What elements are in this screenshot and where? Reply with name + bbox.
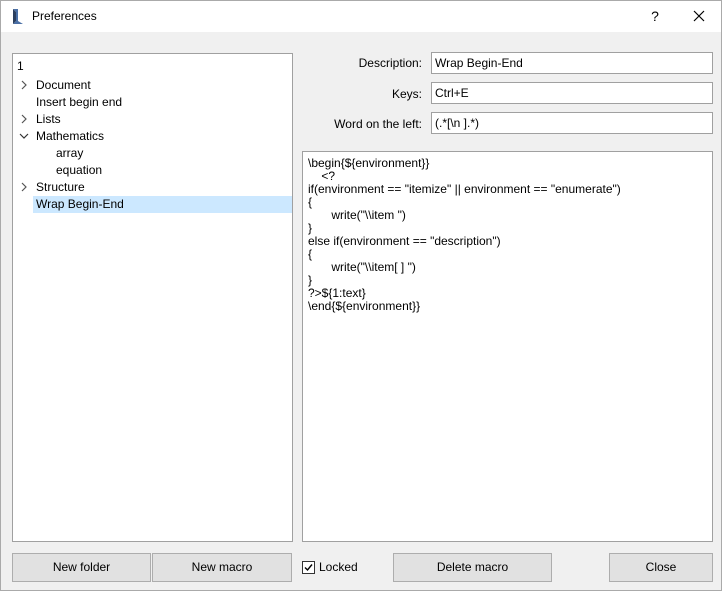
close-icon[interactable] bbox=[687, 5, 711, 27]
tree-item-insert-begin-end[interactable]: Insert begin end bbox=[36, 94, 122, 111]
delete-macro-button[interactable]: Delete macro bbox=[393, 553, 552, 582]
macro-code-editor[interactable]: \begin{${environment}} <? if(environment… bbox=[302, 151, 713, 542]
tree-item-lists[interactable]: Lists bbox=[36, 111, 61, 128]
chevron-down-icon[interactable] bbox=[18, 130, 30, 142]
locked-label: Locked bbox=[319, 560, 358, 574]
preferences-window: Preferences ? 1 Document Insert begin en… bbox=[0, 0, 722, 591]
description-label: Description: bbox=[358, 56, 422, 70]
code-line: write("\\item ") bbox=[308, 208, 406, 222]
keys-field[interactable]: Ctrl+E bbox=[431, 82, 713, 104]
tree-root-label[interactable]: 1 bbox=[17, 58, 24, 75]
help-button[interactable]: ? bbox=[643, 5, 667, 27]
new-macro-button[interactable]: New macro bbox=[152, 553, 292, 582]
code-line: if(environment == "itemize" || environme… bbox=[308, 182, 621, 196]
close-button[interactable]: Close bbox=[609, 553, 713, 582]
tree-item-array[interactable]: array bbox=[56, 145, 83, 162]
code-line: write("\\item[ ] ") bbox=[308, 260, 416, 274]
macro-tree[interactable]: 1 Document Insert begin end Lists Mathem… bbox=[12, 53, 293, 542]
title-bar: Preferences ? bbox=[1, 1, 721, 32]
keys-label: Keys: bbox=[391, 87, 422, 101]
chevron-right-icon[interactable] bbox=[18, 113, 30, 125]
code-line: else if(environment == "description") bbox=[308, 234, 501, 248]
word-on-the-left-label: Word on the left: bbox=[334, 117, 422, 131]
locked-checkbox[interactable] bbox=[302, 561, 315, 574]
window-title: Preferences bbox=[32, 9, 97, 23]
chevron-right-icon[interactable] bbox=[18, 181, 30, 193]
code-line: \end{${environment}} bbox=[308, 299, 421, 313]
word-on-the-left-field[interactable]: (.*[\n ].*) bbox=[431, 112, 713, 134]
chevron-right-icon[interactable] bbox=[18, 79, 30, 91]
app-icon bbox=[10, 8, 26, 25]
tree-item-mathematics[interactable]: Mathematics bbox=[36, 128, 104, 145]
tree-item-wrap-begin-end[interactable]: Wrap Begin-End bbox=[33, 196, 292, 213]
tree-item-structure[interactable]: Structure bbox=[36, 179, 85, 196]
tree-item-equation[interactable]: equation bbox=[56, 162, 102, 179]
new-folder-button[interactable]: New folder bbox=[12, 553, 151, 582]
tree-item-document[interactable]: Document bbox=[36, 77, 91, 94]
description-field[interactable]: Wrap Begin-End bbox=[431, 52, 713, 74]
